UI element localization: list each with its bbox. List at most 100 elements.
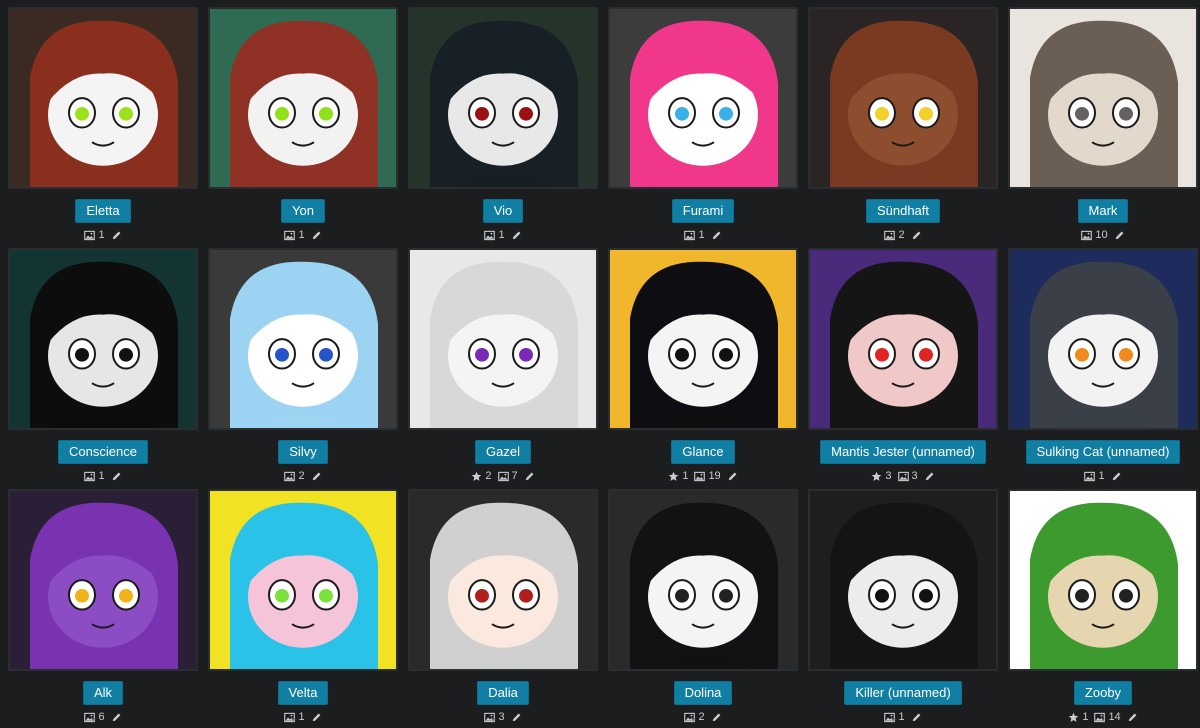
- character-thumbnail[interactable]: [408, 248, 598, 431]
- character-thumbnail[interactable]: [208, 7, 398, 190]
- character-thumbnail[interactable]: [208, 489, 398, 672]
- character-name-button[interactable]: Conscience: [58, 440, 148, 465]
- character-stats: 1: [484, 228, 521, 242]
- character-stats: 33: [871, 469, 934, 483]
- star-icon: [471, 471, 482, 482]
- character-card: Vio 1: [408, 7, 598, 242]
- image-icon: [684, 712, 696, 723]
- pencil-icon[interactable]: [727, 471, 738, 482]
- character-stats: 1: [884, 710, 921, 724]
- character-stats: 3: [484, 710, 521, 724]
- image-icon: [884, 230, 896, 241]
- character-card: Eletta 1: [8, 7, 198, 242]
- image-icon: [284, 712, 296, 723]
- pencil-icon[interactable]: [924, 471, 935, 482]
- character-card: Zooby 1 14: [1008, 489, 1198, 724]
- character-card: Yon 1: [208, 7, 398, 242]
- character-name-button[interactable]: Silvy: [278, 440, 328, 465]
- pencil-icon[interactable]: [111, 230, 122, 241]
- character-name-button[interactable]: Alk: [82, 681, 124, 706]
- character-card: Sündhaft 2: [808, 7, 998, 242]
- character-card: Mantis Jester (unnamed) 3 3: [808, 248, 998, 483]
- pencil-icon[interactable]: [524, 471, 535, 482]
- star-icon: [668, 471, 679, 482]
- character-thumbnail[interactable]: [1008, 7, 1198, 190]
- pencil-icon[interactable]: [311, 712, 322, 723]
- character-name-button[interactable]: Gazel: [475, 440, 531, 465]
- image-count: 3: [911, 470, 918, 483]
- pencil-icon[interactable]: [311, 471, 322, 482]
- pencil-icon[interactable]: [111, 712, 122, 723]
- character-card: Sulking Cat (unnamed) 1: [1008, 248, 1198, 483]
- image-count: 1: [98, 470, 105, 483]
- character-name-button[interactable]: Killer (unnamed): [844, 681, 962, 706]
- pencil-icon[interactable]: [711, 712, 722, 723]
- character-name-button[interactable]: Velta: [277, 681, 329, 706]
- character-stats: 1: [284, 228, 321, 242]
- character-thumbnail[interactable]: [608, 248, 798, 431]
- pencil-icon[interactable]: [711, 230, 722, 241]
- character-thumbnail[interactable]: [8, 7, 198, 190]
- pencil-icon[interactable]: [1127, 712, 1138, 723]
- character-stats: 2: [884, 228, 921, 242]
- image-count: 1: [498, 229, 505, 242]
- pencil-icon[interactable]: [1111, 471, 1122, 482]
- pencil-icon[interactable]: [111, 471, 122, 482]
- character-name-button[interactable]: Dalia: [477, 681, 529, 706]
- image-count: 6: [98, 711, 105, 724]
- pencil-icon[interactable]: [1114, 230, 1125, 241]
- image-count: 1: [898, 711, 905, 724]
- character-name-button[interactable]: Sündhaft: [865, 199, 941, 224]
- image-icon: [284, 230, 296, 241]
- image-count: 1: [298, 711, 305, 724]
- image-count: 1: [698, 229, 705, 242]
- character-thumbnail[interactable]: [1008, 248, 1198, 431]
- character-thumbnail[interactable]: [8, 248, 198, 431]
- character-card: Silvy 2: [208, 248, 398, 483]
- pencil-icon[interactable]: [511, 712, 522, 723]
- character-stats: 6: [84, 710, 121, 724]
- character-name-button[interactable]: Furami: [671, 199, 735, 224]
- pencil-icon[interactable]: [911, 712, 922, 723]
- image-count: 7: [511, 470, 518, 483]
- image-count: 1: [98, 229, 105, 242]
- star-icon: [1068, 712, 1079, 723]
- pencil-icon[interactable]: [311, 230, 322, 241]
- image-icon: [484, 230, 496, 241]
- character-card: Velta 1: [208, 489, 398, 724]
- character-name-button[interactable]: Glance: [671, 440, 735, 465]
- character-thumbnail[interactable]: [8, 489, 198, 672]
- pencil-icon[interactable]: [911, 230, 922, 241]
- character-thumbnail[interactable]: [808, 489, 998, 672]
- image-icon: [497, 471, 509, 482]
- character-thumbnail[interactable]: [408, 489, 598, 672]
- favorites-count: 1: [682, 470, 689, 483]
- character-name-button[interactable]: Mantis Jester (unnamed): [820, 440, 986, 465]
- image-count: 1: [1098, 470, 1105, 483]
- character-stats: 1 14: [1068, 710, 1137, 724]
- character-stats: 1: [84, 469, 121, 483]
- character-name-button[interactable]: Sulking Cat (unnamed): [1025, 440, 1181, 465]
- character-thumbnail[interactable]: [408, 7, 598, 190]
- character-name-button[interactable]: Yon: [281, 199, 325, 224]
- character-stats: 1 19: [668, 469, 737, 483]
- character-name-button[interactable]: Vio: [482, 199, 524, 224]
- pencil-icon[interactable]: [511, 230, 522, 241]
- character-thumbnail[interactable]: [608, 7, 798, 190]
- character-name-button[interactable]: Eletta: [75, 199, 131, 224]
- character-stats: 1: [284, 710, 321, 724]
- character-name-button[interactable]: Dolina: [673, 681, 733, 706]
- character-card: Furami 1: [608, 7, 798, 242]
- image-count: 14: [1108, 711, 1121, 724]
- image-icon: [284, 471, 296, 482]
- character-thumbnail[interactable]: [608, 489, 798, 672]
- character-thumbnail[interactable]: [808, 7, 998, 190]
- image-icon: [884, 712, 896, 723]
- character-stats: 2: [684, 710, 721, 724]
- character-thumbnail[interactable]: [808, 248, 998, 431]
- character-name-button[interactable]: Zooby: [1073, 681, 1133, 706]
- character-name-button[interactable]: Mark: [1077, 199, 1129, 224]
- image-icon: [897, 471, 909, 482]
- character-thumbnail[interactable]: [1008, 489, 1198, 672]
- character-thumbnail[interactable]: [208, 248, 398, 431]
